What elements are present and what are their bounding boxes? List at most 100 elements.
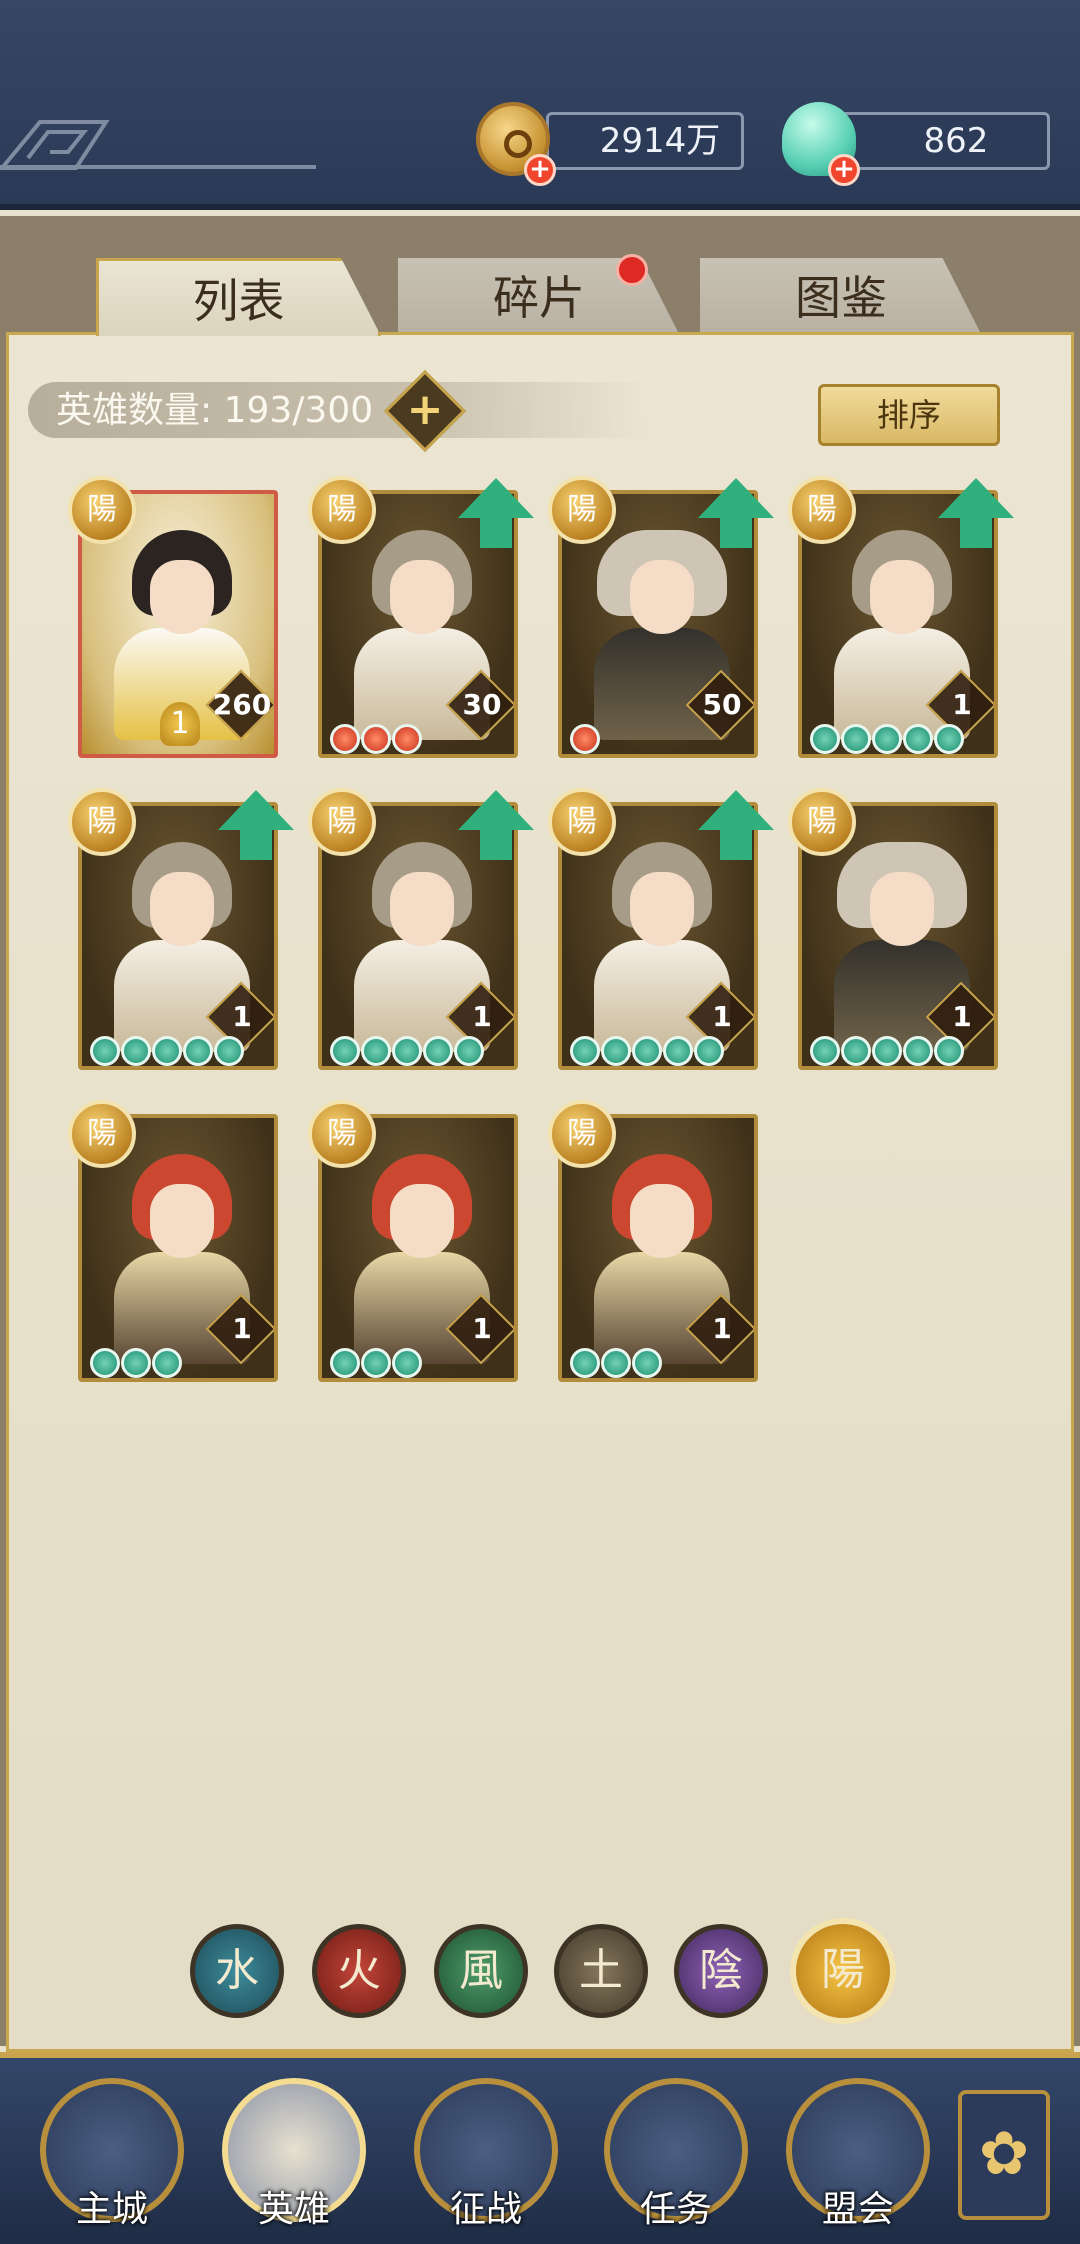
hero-level: 260: [212, 688, 272, 721]
hero-level: 1: [952, 688, 972, 721]
hero-level: 50: [702, 688, 742, 721]
star-icon: [570, 724, 600, 754]
coins-value: 2914万: [599, 121, 721, 161]
star-icon: [632, 1348, 662, 1378]
filter-earth-button[interactable]: 土: [554, 1924, 648, 2018]
star-icon: [934, 724, 964, 754]
star-icon: [601, 1348, 631, 1378]
star-icon: [570, 1036, 600, 1066]
star-icon: [330, 724, 360, 754]
upgrade-arrow-icon: [698, 790, 774, 866]
yang-element-icon: 陽: [308, 788, 376, 856]
upgrade-arrow-icon: [458, 790, 534, 866]
star-icon: [121, 1036, 151, 1066]
star-row: [570, 1348, 662, 1378]
yang-element-icon: 陽: [308, 1100, 376, 1168]
star-icon: [152, 1036, 182, 1066]
star-icon: [632, 1036, 662, 1066]
cloud-pattern-icon: [0, 120, 110, 170]
star-icon: [694, 1036, 724, 1066]
star-icon: [361, 724, 391, 754]
yang-element-icon: 陽: [68, 1100, 136, 1168]
star-icon: [841, 1036, 871, 1066]
star-row: [570, 1036, 724, 1066]
upgrade-arrow-icon: [698, 478, 774, 554]
nav-label-alliance: 盟会: [821, 2189, 894, 2230]
nav-label-heroes: 英雄: [257, 2189, 330, 2230]
star-icon: [454, 1036, 484, 1066]
star-icon: [872, 1036, 902, 1066]
filter-fire-button[interactable]: 火: [312, 1924, 406, 2018]
hero-level: 1: [232, 1312, 252, 1345]
star-icon: [392, 724, 422, 754]
element-filter-bar: [0, 1922, 1080, 2022]
nav-label-tasks: 任务: [639, 2189, 712, 2230]
hero-level: 1: [472, 1000, 492, 1033]
star-icon: [392, 1348, 422, 1378]
hero-level: 1: [472, 1312, 492, 1345]
hero-count-label: 英雄数量: 193/300: [56, 390, 374, 431]
gems-value: 862: [923, 121, 989, 161]
yang-element-icon: 陽: [548, 1100, 616, 1168]
yang-element-icon: 陽: [308, 476, 376, 544]
star-row: [330, 1036, 484, 1066]
star-icon: [183, 1036, 213, 1066]
tab-list[interactable]: 列表: [96, 258, 381, 336]
tab-codex[interactable]: 图鉴: [700, 258, 982, 336]
yang-element-icon: 陽: [68, 788, 136, 856]
star-icon: [361, 1036, 391, 1066]
yang-element-icon: 陽: [68, 476, 136, 544]
upgrade-arrow-icon: [458, 478, 534, 554]
star-icon: [872, 724, 902, 754]
nav-label-main-city: 主城: [75, 2189, 148, 2230]
star-icon: [361, 1348, 391, 1378]
star-icon: [601, 1036, 631, 1066]
star-icon: [330, 1036, 360, 1066]
star-row: [810, 724, 964, 754]
yang-element-icon: 陽: [548, 788, 616, 856]
yang-element-icon: 陽: [548, 476, 616, 544]
star-icon: [152, 1348, 182, 1378]
flower-menu-icon[interactable]: ✿: [958, 2090, 1050, 2220]
filter-wind-button[interactable]: 風: [434, 1924, 528, 2018]
star-icon: [90, 1036, 120, 1066]
yang-element-icon: 陽: [788, 476, 856, 544]
star-icon: [810, 724, 840, 754]
add-coins-button[interactable]: +: [524, 154, 556, 186]
star-icon: [663, 1036, 693, 1066]
star-row: [330, 1348, 422, 1378]
star-icon: [810, 1036, 840, 1066]
star-row: [810, 1036, 964, 1066]
star-icon: [570, 1348, 600, 1378]
star-icon: [392, 1036, 422, 1066]
star-icon: [934, 1036, 964, 1066]
header-divider: [0, 165, 316, 169]
star-icon: [90, 1348, 120, 1378]
yang-element-icon: 陽: [788, 788, 856, 856]
star-icon: [121, 1348, 151, 1378]
star-icon: [330, 1348, 360, 1378]
upgrade-arrow-icon: [938, 478, 1014, 554]
star-icon: [423, 1036, 453, 1066]
hero-level: 1: [712, 1000, 732, 1033]
sort-button[interactable]: 排序: [818, 384, 1000, 446]
star-icon: [903, 724, 933, 754]
star-icon: [903, 1036, 933, 1066]
star-row: [330, 724, 422, 754]
star-icon: [841, 724, 871, 754]
filter-water-button[interactable]: 水: [190, 1924, 284, 2018]
add-gems-button[interactable]: +: [828, 154, 860, 186]
filter-yang-button[interactable]: 陽: [790, 1918, 896, 2024]
gems-counter: 862: [836, 112, 1050, 170]
upgrade-arrow-icon: [218, 790, 294, 866]
filter-yin-button[interactable]: 陰: [674, 1924, 768, 2018]
hero-level: 30: [462, 688, 502, 721]
hero-level: 1: [712, 1312, 732, 1345]
star-row: [90, 1348, 182, 1378]
hero-rank: 1: [160, 702, 200, 746]
nav-label-campaign: 征战: [449, 2189, 522, 2230]
plus-icon[interactable]: +: [404, 382, 446, 440]
notification-dot: [616, 254, 648, 286]
star-row: [90, 1036, 244, 1066]
coins-counter: 2914万: [546, 112, 744, 170]
